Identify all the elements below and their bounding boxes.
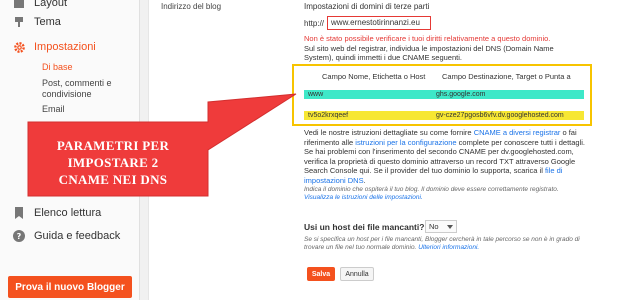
instructions-text: Vedi le nostre istruzioni dettagliate su… — [304, 128, 589, 185]
url-row: http:// www.ernestotirinnanzi.eu — [304, 16, 432, 30]
sidebar-item-label: Guida e feedback — [34, 230, 121, 242]
paint-brush-icon — [12, 15, 26, 29]
sidebar-item-elenco-lettura[interactable]: Elenco lettura — [0, 206, 101, 220]
bookmark-icon — [12, 206, 26, 220]
dns-row-dest: gv-cze27pgosb6vfv.dv.googlehosted.com — [436, 112, 564, 119]
sidebar-item-layout[interactable]: Layout — [0, 0, 67, 10]
dns-records-box: Campo Nome, Etichetta o Host Campo Desti… — [292, 64, 592, 126]
dns-row: tv5o2krxqeef gv-cze27pgosb6vfv.dv.google… — [304, 111, 584, 120]
layout-icon — [12, 0, 26, 10]
domain-input[interactable]: www.ernestotirinnanzi.eu — [327, 16, 432, 30]
callout-text: PARAMETRI PER IMPOSTARE 2 CNAME NEI DNS — [38, 137, 188, 188]
cname-registrars-link[interactable]: CNAME a diversi registrar — [474, 128, 561, 137]
chevron-down-icon — [447, 222, 453, 231]
try-new-blogger-button[interactable]: Prova il nuovo Blogger — [8, 276, 132, 298]
url-prefix: http:// — [304, 18, 325, 28]
save-button[interactable]: Salva — [307, 267, 335, 281]
svg-text:?: ? — [17, 232, 22, 241]
cancel-button[interactable]: Annulla — [340, 267, 374, 281]
configuration-instructions-link[interactable]: istruzioni per la configurazione — [355, 138, 456, 147]
dns-row-name: tv5o2krxqeef — [308, 112, 349, 119]
sidebar-item-label: Layout — [34, 0, 68, 9]
sidebar-item-impostazioni[interactable]: Impostazioni — [0, 40, 96, 54]
dns-header-name: Campo Nome, Etichetta o Host — [322, 72, 426, 81]
registrar-info: Sul sito web del registrar, individua le… — [304, 44, 554, 62]
help-icon: ? — [12, 229, 26, 243]
instructions-part: . — [363, 175, 366, 185]
instructions-part: Vedi le nostre istruzioni dettagliate su… — [304, 128, 474, 137]
gear-icon — [12, 40, 26, 54]
sidebar-item-label: Impostazioni — [34, 41, 96, 53]
panel-title: Impostazioni di domini di terze parti — [304, 2, 430, 11]
main-content: Indirizzo del blog Impostazioni di domin… — [148, 0, 640, 300]
section-label: Indirizzo del blog — [161, 2, 222, 11]
sidebar-subitem-di-base[interactable]: Di base — [42, 62, 73, 73]
sidebar-item-label: Tema — [34, 16, 61, 28]
callout-line: PARAMETRI PER — [56, 138, 170, 153]
more-info-link[interactable]: Ulteriori informazioni. — [418, 244, 479, 251]
dns-header-destination: Campo Destinazione, Target o Punta a — [442, 72, 571, 81]
missing-files-note: Se si specifica un host per i file manca… — [304, 236, 584, 252]
callout-line: IMPOSTARE 2 — [67, 155, 159, 170]
missing-files-host-select[interactable]: No — [425, 220, 457, 233]
sidebar-subitem-email[interactable]: Email — [42, 104, 65, 115]
sidebar-item-label: Elenco lettura — [34, 207, 102, 219]
domain-note: Indica il dominio che ospiterà il tuo bl… — [304, 186, 584, 202]
missing-files-host-label: Usi un host dei file mancanti? — [304, 222, 425, 232]
select-value: No — [429, 222, 439, 231]
sidebar-item-tema[interactable]: Tema — [0, 15, 61, 29]
settings-instructions-link[interactable]: Visualizza le istruzioni delle impostazi… — [304, 194, 423, 201]
sidebar-subitem-post-commenti[interactable]: Post, commenti e condivisione — [42, 78, 132, 100]
sidebar-item-guida[interactable]: ? Guida e feedback — [0, 229, 120, 243]
callout-line: CNAME NEI DNS — [58, 172, 168, 187]
error-message: Non è stato possibile verificare i tuoi … — [304, 34, 551, 43]
dns-row-name: www — [308, 91, 324, 98]
note-text: Indica il dominio che ospiterà il tuo bl… — [304, 186, 559, 193]
dns-row-dest: ghs.google.com — [436, 91, 486, 98]
dns-row: www ghs.google.com — [304, 90, 584, 99]
